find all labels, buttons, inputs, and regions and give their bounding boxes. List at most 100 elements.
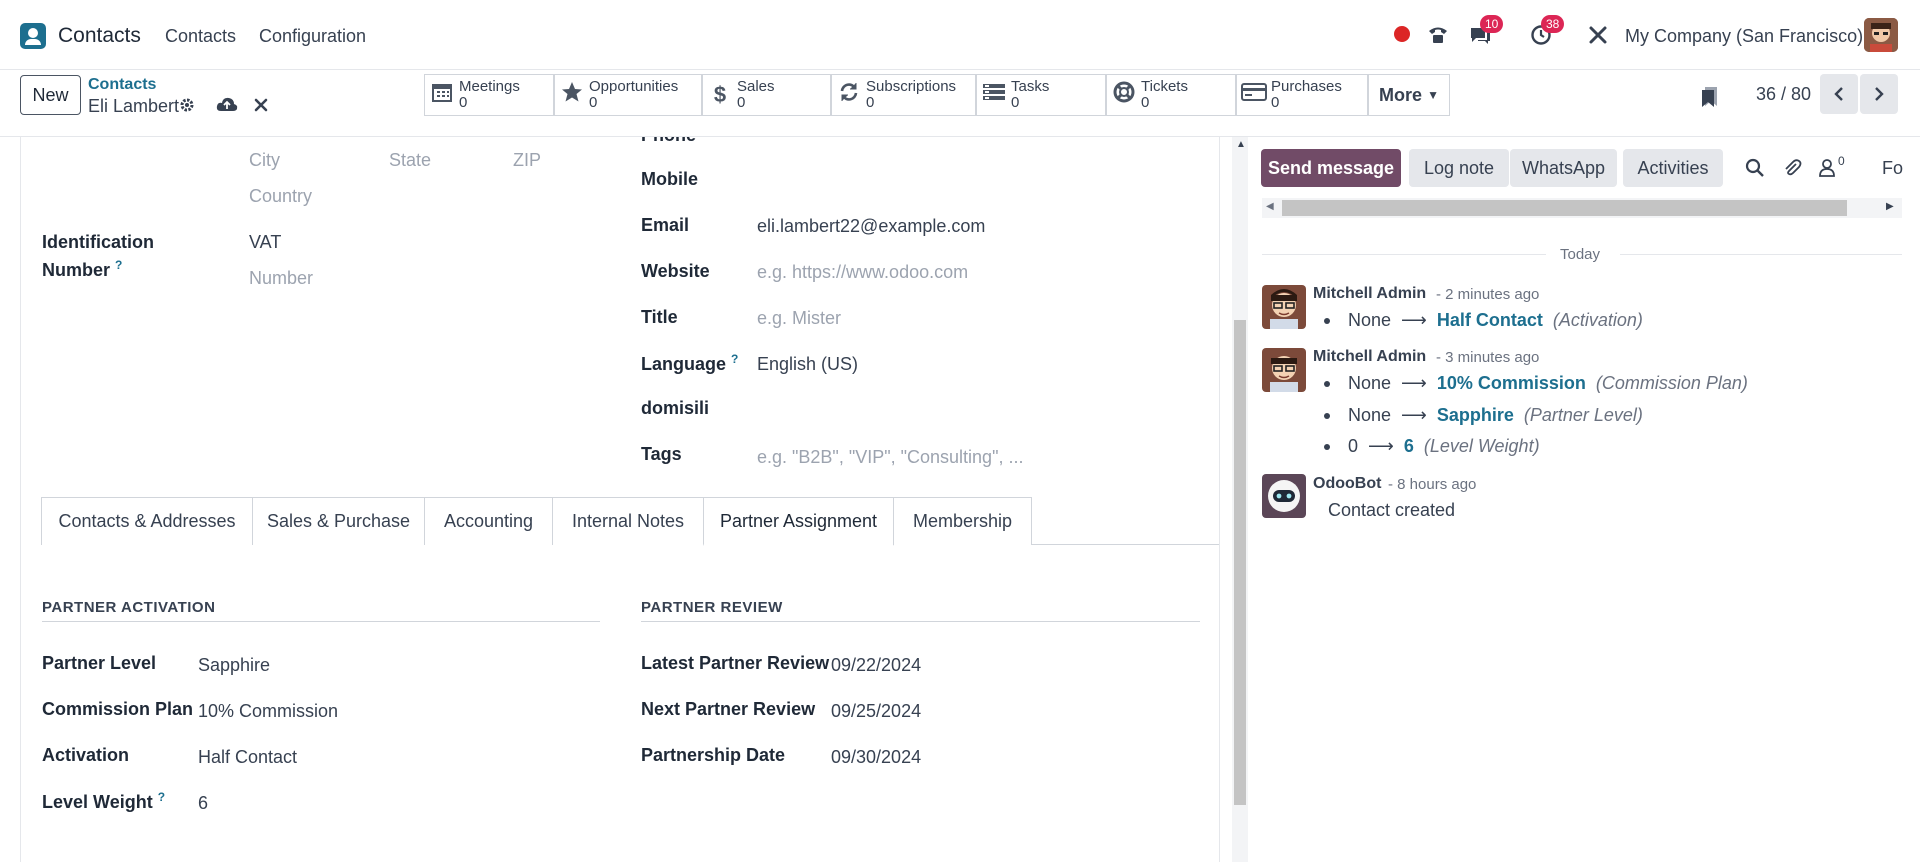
commission-plan-select[interactable]: 10% Commission xyxy=(198,701,338,722)
commission-plan-label: Commission Plan xyxy=(42,699,194,719)
next-review-date[interactable]: 09/25/2024 xyxy=(831,701,921,722)
pager-previous-icon[interactable] xyxy=(1820,74,1858,114)
identification-label-line1: Identification xyxy=(42,232,154,252)
pager-value[interactable]: 36 / 80 xyxy=(1756,84,1811,105)
app-name[interactable]: Contacts xyxy=(58,24,141,48)
activities-button[interactable]: Activities xyxy=(1623,149,1723,187)
tracking-field-name: (Activation) xyxy=(1552,310,1643,330)
scroll-right-arrow-icon[interactable]: ▶ xyxy=(1886,201,1894,212)
smart-button-tickets[interactable]: Tickets 0 xyxy=(1106,74,1236,116)
activation-select[interactable]: Half Contact xyxy=(198,747,297,768)
new-button[interactable]: New xyxy=(20,75,81,115)
smart-label: Sales xyxy=(737,78,775,95)
tab-sales-purchase[interactable]: Sales & Purchase xyxy=(252,497,425,545)
send-message-button[interactable]: Send message xyxy=(1261,149,1401,187)
level-weight-input[interactable]: 6 xyxy=(198,793,208,814)
company-switcher[interactable]: My Company (San Francisco) xyxy=(1625,26,1863,47)
message-author[interactable]: Mitchell Admin xyxy=(1313,348,1426,366)
country-input[interactable]: Country xyxy=(249,186,312,207)
bullet xyxy=(1324,317,1330,324)
tab-accounting[interactable]: Accounting xyxy=(424,497,553,545)
smart-count: 0 xyxy=(737,94,746,111)
user-avatar[interactable] xyxy=(1864,18,1898,52)
message-author[interactable]: Mitchell Admin xyxy=(1313,285,1426,303)
smart-label: Purchases xyxy=(1271,78,1342,95)
smart-button-tasks[interactable]: Tasks 0 xyxy=(976,74,1106,116)
language-label-text: Language xyxy=(641,354,727,374)
phone-icon[interactable] xyxy=(1424,22,1452,48)
activities-clock-icon[interactable]: 38 xyxy=(1527,15,1565,48)
more-button[interactable]: More ▼ xyxy=(1368,74,1450,116)
help-tooltip-icon[interactable]: ? xyxy=(158,790,165,804)
smart-label: Opportunities xyxy=(589,78,679,95)
smart-button-opportunities[interactable]: Opportunities 0 xyxy=(554,74,702,116)
latest-review-date[interactable]: 09/22/2024 xyxy=(831,655,921,676)
tab-internal-notes[interactable]: Internal Notes xyxy=(552,497,704,545)
language-label: Language ? xyxy=(641,352,738,375)
search-icon[interactable] xyxy=(1745,158,1765,183)
smart-count: 0 xyxy=(589,94,598,111)
messages-icon[interactable]: 10 xyxy=(1466,15,1504,48)
tab-contacts-addresses[interactable]: Contacts & Addresses xyxy=(41,497,253,545)
gear-icon[interactable] xyxy=(179,97,195,118)
email-label: Email xyxy=(641,215,690,235)
cloud-upload-icon[interactable] xyxy=(216,96,238,117)
tracking-old-value: 0 xyxy=(1348,436,1359,456)
partnership-date[interactable]: 09/30/2024 xyxy=(831,747,921,768)
smart-label: Subscriptions xyxy=(866,78,957,95)
smart-button-meetings[interactable]: Meetings 0 xyxy=(424,74,554,116)
chatter-scrollbar-thumb[interactable] xyxy=(1282,200,1847,216)
state-input[interactable]: State xyxy=(389,150,431,171)
section-divider xyxy=(42,621,600,622)
followers-icon[interactable] xyxy=(1818,158,1836,183)
scroll-up-arrow-icon[interactable]: ▲ xyxy=(1236,139,1246,150)
whatsapp-button[interactable]: WhatsApp xyxy=(1510,149,1617,187)
tab-partner-assignment[interactable]: Partner Assignment xyxy=(703,497,894,546)
bookmark-icon[interactable] xyxy=(1701,86,1719,113)
next-review-label: Next Partner Review xyxy=(641,699,816,719)
language-select[interactable]: English (US) xyxy=(757,354,858,375)
activation-label: Activation xyxy=(42,745,130,765)
vat-number-input[interactable]: Number xyxy=(249,268,313,289)
date-divider-today: Today xyxy=(1560,246,1601,263)
help-tooltip-icon[interactable]: ? xyxy=(731,352,738,366)
recording-indicator-icon[interactable] xyxy=(1394,26,1410,42)
star-icon xyxy=(555,81,589,109)
form-scrollbar-thumb[interactable] xyxy=(1234,320,1246,805)
discard-close-icon[interactable] xyxy=(254,97,268,117)
author-avatar[interactable] xyxy=(1262,285,1306,329)
scroll-left-arrow-icon[interactable]: ◀ xyxy=(1266,201,1274,212)
title-input[interactable]: e.g. Mister xyxy=(757,308,841,329)
log-note-button[interactable]: Log note xyxy=(1409,149,1509,187)
title-label: Title xyxy=(641,307,678,327)
help-tooltip-icon[interactable]: ? xyxy=(115,258,122,272)
partner-level-select[interactable]: Sapphire xyxy=(198,655,270,676)
calendar-icon xyxy=(425,81,459,109)
smart-button-sales[interactable]: $ Sales 0 xyxy=(702,74,831,116)
zip-input[interactable]: ZIP xyxy=(513,150,541,171)
date-divider-line xyxy=(1262,254,1546,255)
menu-contacts[interactable]: Contacts xyxy=(165,26,236,47)
odoobot-avatar[interactable] xyxy=(1262,474,1306,518)
smart-label: Tasks xyxy=(1011,78,1050,95)
tags-input[interactable]: e.g. "B2B", "VIP", "Consulting", ... xyxy=(757,447,1023,468)
contacts-app-icon[interactable] xyxy=(20,23,46,49)
city-input[interactable]: City xyxy=(249,150,280,171)
paperclip-icon[interactable] xyxy=(1782,158,1802,183)
smart-button-purchases[interactable]: Purchases 0 xyxy=(1236,74,1368,116)
message-author[interactable]: OdooBot xyxy=(1313,475,1381,493)
author-avatar[interactable] xyxy=(1262,348,1306,392)
smart-count: 0 xyxy=(1011,94,1020,111)
menu-configuration[interactable]: Configuration xyxy=(259,26,366,47)
breadcrumb-contacts[interactable]: Contacts xyxy=(88,76,156,94)
smart-button-subscriptions[interactable]: Subscriptions 0 xyxy=(831,74,976,116)
debug-tools-icon[interactable] xyxy=(1585,22,1611,48)
follow-button[interactable]: Fo xyxy=(1882,158,1903,179)
tracking-field-name: (Partner Level) xyxy=(1523,405,1643,425)
section-divider xyxy=(641,621,1200,622)
tab-membership[interactable]: Membership xyxy=(893,497,1032,545)
followers-count: 0 xyxy=(1838,154,1845,168)
website-input[interactable]: e.g. https://www.odoo.com xyxy=(757,262,968,283)
email-input[interactable]: eli.lambert22@example.com xyxy=(757,216,985,237)
pager-next-icon[interactable] xyxy=(1860,74,1898,114)
